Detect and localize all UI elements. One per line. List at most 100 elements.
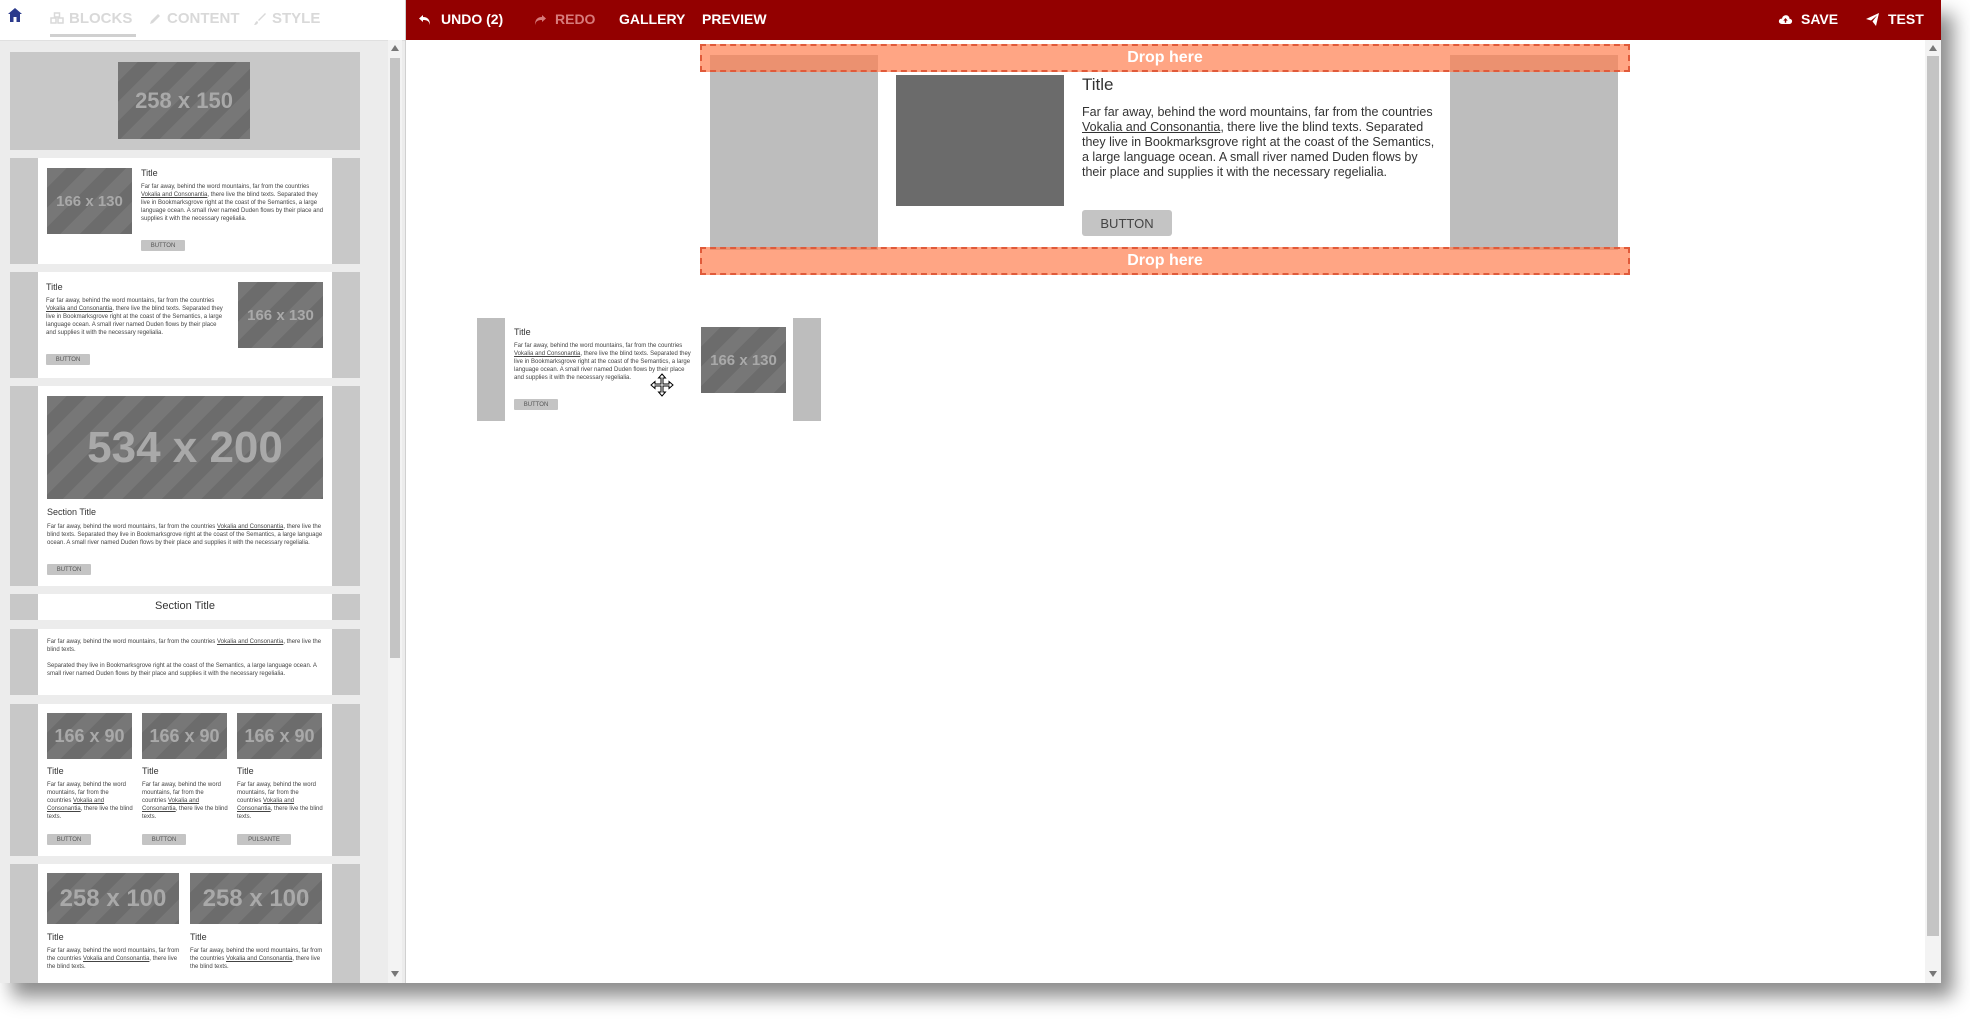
undo-button[interactable]: UNDO (2) — [418, 11, 503, 27]
placeholder-image: 166 x 130 — [701, 327, 786, 393]
move-cursor-icon — [650, 373, 674, 397]
block-text: Far far away, behind the word mountains,… — [47, 782, 133, 820]
canvas-scrollbar[interactable] — [1925, 40, 1941, 983]
dragged-block[interactable]: Title Far far away, behind the word moun… — [477, 318, 821, 421]
redo-icon — [535, 14, 546, 25]
block-thumb-section-image[interactable]: 534 x 200 Section Title Far far away, be… — [10, 386, 360, 586]
scroll-up-arrow-icon[interactable] — [391, 45, 399, 51]
paper-plane-icon — [1866, 12, 1879, 26]
drop-zone-bottom[interactable]: Drop here — [700, 247, 1630, 275]
block-list: 258 x 150 166 x 130 Title Far far away, … — [10, 52, 360, 983]
home-icon[interactable] — [6, 6, 24, 24]
canvas-block-inner: Title Far far away, behind the word moun… — [878, 55, 1450, 250]
block-text: Far far away, behind the word mountains,… — [142, 782, 228, 820]
block-inner: 534 x 200 Section Title Far far away, be… — [38, 386, 332, 586]
block-button: BUTTON — [142, 834, 186, 845]
blocks-icon — [50, 11, 64, 24]
canvas-block-title[interactable]: Title — [1082, 75, 1114, 95]
block-button: BUTTON — [514, 399, 558, 410]
tab-blocks-label: BLOCKS — [69, 10, 133, 27]
block-thumb-image-left-text[interactable]: 166 x 130 Title Far far away, behind the… — [10, 158, 360, 264]
pencil-icon — [150, 13, 160, 24]
drop-zone-top[interactable]: Drop here — [700, 44, 1630, 72]
placeholder-image: 258 x 100 — [190, 873, 322, 924]
preview-button[interactable]: PREVIEW — [702, 11, 767, 27]
block-thumb-text-only[interactable]: Far far away, behind the word mountains,… — [10, 629, 360, 695]
block-title: Title — [141, 168, 158, 178]
tab-content[interactable]: CONTENT — [148, 10, 240, 27]
block-button: PULSANTE — [237, 834, 291, 845]
tab-blocks[interactable]: BLOCKS — [50, 10, 136, 37]
save-button[interactable]: SAVE — [1778, 11, 1838, 27]
block-thumb-section-title[interactable]: Section Title — [10, 594, 360, 620]
block-title: Title — [46, 282, 63, 292]
canvas-content-block[interactable]: Title Far far away, behind the word moun… — [710, 55, 1618, 250]
placeholder-image: 166 x 130 — [47, 168, 132, 234]
block-inner: Far far away, behind the word mountains,… — [38, 629, 332, 695]
block-button: BUTTON — [46, 354, 90, 365]
block-title: Title — [190, 932, 207, 942]
top-toolbar: UNDO (2) REDO GALLERY PREVIEW SAVE TEST — [406, 0, 1941, 40]
block-title: Title — [47, 766, 64, 776]
blocks-sidebar: BLOCKS CONTENT STYLE 258 x 150 166 x 130… — [0, 0, 406, 983]
sidebar-tabs: BLOCKS CONTENT STYLE — [0, 0, 405, 41]
canvas-block-link[interactable]: Vokalia and Consonantia — [1082, 120, 1220, 134]
block-text: Far far away, behind the word mountains,… — [47, 524, 323, 546]
block-thumb-three-columns[interactable]: 166 x 90 Title Far far away, behind the … — [10, 704, 360, 856]
block-button: BUTTON — [47, 564, 91, 575]
block-text-2: Separated they live in Bookmarksgrove ri… — [47, 663, 317, 677]
block-inner: 166 x 90 Title Far far away, behind the … — [38, 704, 332, 856]
placeholder-image: 166 x 90 — [47, 713, 132, 759]
placeholder-image: 534 x 200 — [47, 396, 323, 499]
sidebar-scrollbar[interactable] — [388, 40, 402, 983]
scroll-down-arrow-icon[interactable] — [1929, 971, 1937, 977]
sidebar-scroll-thumb[interactable] — [390, 58, 400, 658]
block-text: Far far away, behind the word mountains,… — [190, 948, 323, 970]
block-text: Far far away, behind the word mountains,… — [46, 298, 223, 336]
canvas-scroll-thumb[interactable] — [1927, 56, 1939, 936]
gallery-button[interactable]: GALLERY — [619, 11, 685, 27]
scroll-up-arrow-icon[interactable] — [1929, 45, 1937, 51]
block-inner: Title Far far away, behind the word moun… — [38, 272, 332, 378]
placeholder-image: 166 x 130 — [238, 282, 323, 348]
block-text: Far far away, behind the word mountains,… — [47, 948, 180, 970]
placeholder-image: 258 x 150 — [118, 62, 250, 139]
canvas-block-text[interactable]: Far far away, behind the word mountains,… — [1082, 105, 1438, 180]
undo-icon — [419, 14, 430, 25]
placeholder-image: 166 x 90 — [142, 713, 227, 759]
editor-window: BLOCKS CONTENT STYLE 258 x 150 166 x 130… — [0, 0, 1941, 983]
canvas-block-image[interactable] — [896, 75, 1064, 206]
block-button: BUTTON — [47, 834, 91, 845]
tab-style[interactable]: STYLE — [253, 10, 320, 27]
gallery-label: GALLERY — [619, 11, 686, 27]
placeholder-image: 258 x 100 — [47, 873, 179, 924]
block-thumb-text-image-right[interactable]: Title Far far away, behind the word moun… — [10, 272, 360, 378]
preview-label: PREVIEW — [702, 11, 767, 27]
redo-label: REDO — [555, 11, 596, 27]
block-thumb-image-full[interactable]: 258 x 150 — [10, 52, 360, 150]
cloud-upload-icon — [1778, 14, 1793, 24]
block-inner: 258 x 100 Title Far far away, behind the… — [38, 864, 332, 983]
save-label: SAVE — [1801, 11, 1839, 27]
block-text: Far far away, behind the word mountains,… — [47, 639, 322, 653]
block-text: Far far away, behind the word mountains,… — [141, 184, 324, 222]
test-button[interactable]: TEST — [1865, 11, 1924, 27]
block-title: Title — [142, 766, 159, 776]
placeholder-image: 166 x 90 — [237, 713, 322, 759]
block-inner: Section Title — [38, 594, 332, 620]
block-title: Title — [47, 932, 64, 942]
block-title: Section Title — [155, 600, 215, 612]
block-title: Title — [237, 766, 254, 776]
tab-style-label: STYLE — [272, 10, 321, 27]
block-inner: 166 x 130 Title Far far away, behind the… — [38, 158, 332, 264]
redo-button[interactable]: REDO — [532, 11, 595, 27]
tab-content-label: CONTENT — [167, 10, 240, 27]
block-button: BUTTON — [141, 240, 185, 251]
scroll-down-arrow-icon[interactable] — [391, 971, 399, 977]
dragged-block-inner: Title Far far away, behind the word moun… — [505, 318, 793, 421]
block-title: Section Title — [47, 507, 97, 517]
block-text: Far far away, behind the word mountains,… — [237, 782, 323, 820]
canvas-block-button[interactable]: BUTTON — [1082, 210, 1172, 236]
block-thumb-two-columns[interactable]: 258 x 100 Title Far far away, behind the… — [10, 864, 360, 983]
test-label: TEST — [1888, 11, 1924, 27]
